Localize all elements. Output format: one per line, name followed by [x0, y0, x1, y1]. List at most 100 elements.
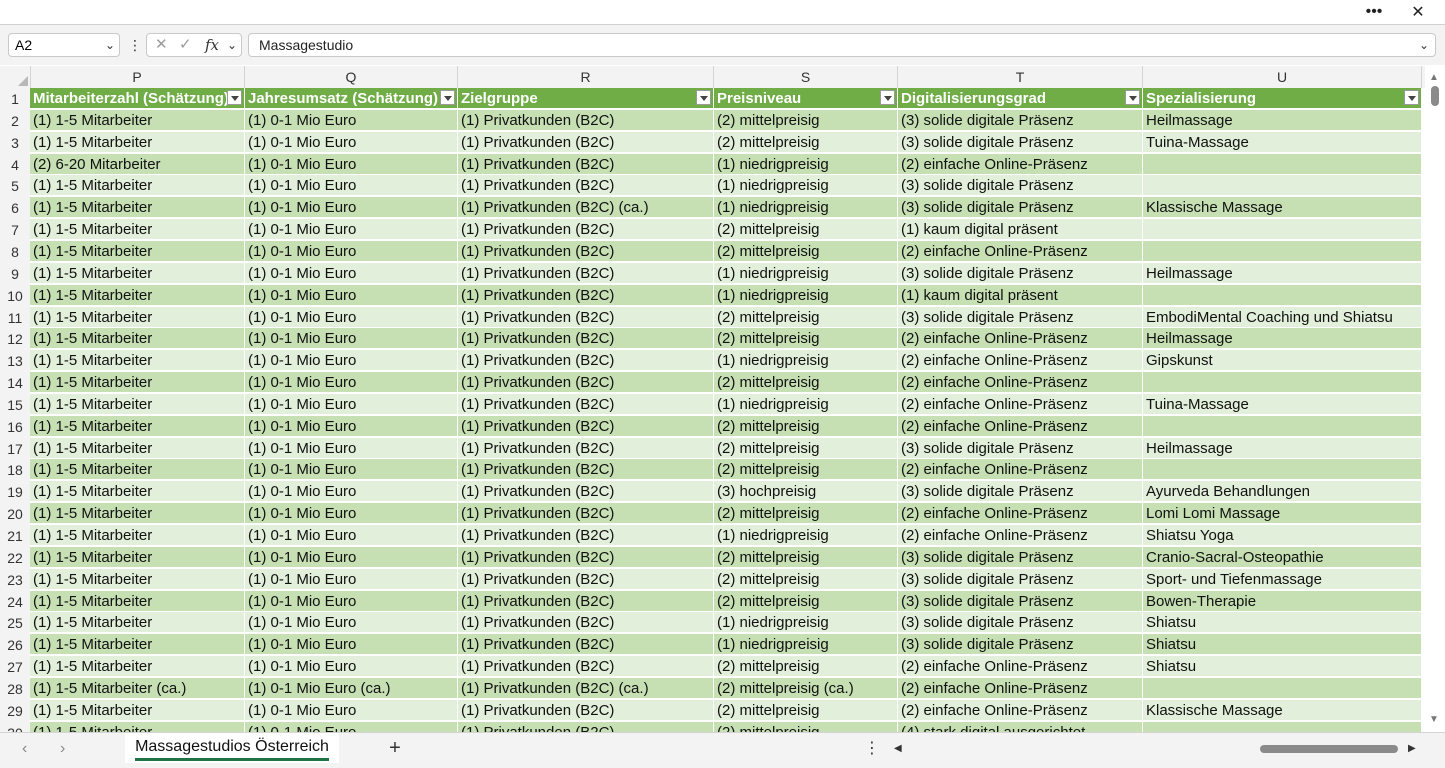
- cell-digitalisierungsgrad[interactable]: (3) solide digitale Präsenz: [898, 437, 1143, 459]
- cell-jahresumsatz[interactable]: (1) 0-1 Mio Euro: [245, 721, 458, 732]
- cell-digitalisierungsgrad[interactable]: (3) solide digitale Präsenz: [898, 131, 1143, 153]
- cell-digitalisierungsgrad[interactable]: (2) einfache Online-Präsenz: [898, 372, 1143, 394]
- row-header[interactable]: 14: [0, 372, 30, 394]
- cell-zielgruppe[interactable]: (1) Privatkunden (B2C): [458, 721, 714, 732]
- row-header[interactable]: 2: [0, 110, 30, 132]
- cell-mitarbeiterzahl[interactable]: (2) 6-20 Mitarbeiter: [30, 153, 245, 175]
- select-all-corner[interactable]: [0, 66, 31, 88]
- cell-spezialisierung[interactable]: [1143, 372, 1422, 394]
- cell-zielgruppe[interactable]: (1) Privatkunden (B2C): [458, 634, 714, 656]
- vertical-dots-icon[interactable]: ⋮: [128, 33, 142, 57]
- cell-spezialisierung[interactable]: [1143, 240, 1422, 262]
- cell-preisniveau[interactable]: (1) niedrigpreisig: [714, 350, 898, 372]
- cell-jahresumsatz[interactable]: (1) 0-1 Mio Euro: [245, 612, 458, 634]
- cell-spezialisierung[interactable]: Klassische Massage: [1143, 197, 1422, 219]
- cell-zielgruppe[interactable]: (1) Privatkunden (B2C): [458, 459, 714, 481]
- cell-digitalisierungsgrad[interactable]: (2) einfache Online-Präsenz: [898, 415, 1143, 437]
- cell-digitalisierungsgrad[interactable]: (2) einfache Online-Präsenz: [898, 328, 1143, 350]
- cell-mitarbeiterzahl[interactable]: (1) 1-5 Mitarbeiter: [30, 612, 245, 634]
- row-header[interactable]: 13: [0, 350, 30, 372]
- cell-zielgruppe[interactable]: (1) Privatkunden (B2C): [458, 590, 714, 612]
- cell-spezialisierung[interactable]: Tuina-Massage: [1143, 131, 1422, 153]
- cell-zielgruppe[interactable]: (1) Privatkunden (B2C): [458, 262, 714, 284]
- cell-jahresumsatz[interactable]: (1) 0-1 Mio Euro: [245, 699, 458, 721]
- column-header-u[interactable]: U: [1143, 66, 1422, 88]
- row-header[interactable]: 24: [0, 591, 30, 613]
- cell-preisniveau[interactable]: (1) niedrigpreisig: [714, 284, 898, 306]
- cell-spezialisierung[interactable]: Klassische Massage: [1143, 699, 1422, 721]
- cell-spezialisierung[interactable]: Heilmassage: [1143, 262, 1422, 284]
- cell-zielgruppe[interactable]: (1) Privatkunden (B2C): [458, 284, 714, 306]
- cell-jahresumsatz[interactable]: (1) 0-1 Mio Euro: [245, 568, 458, 590]
- cell-spezialisierung[interactable]: [1143, 284, 1422, 306]
- scroll-down-icon[interactable]: ▼: [1429, 714, 1439, 725]
- expand-formula-bar-icon[interactable]: ⌄: [1419, 34, 1429, 56]
- cell-digitalisierungsgrad[interactable]: (3) solide digitale Präsenz: [898, 568, 1143, 590]
- cell-spezialisierung[interactable]: Heilmassage: [1143, 109, 1422, 131]
- row-header[interactable]: 9: [0, 263, 30, 285]
- cell-digitalisierungsgrad[interactable]: (3) solide digitale Präsenz: [898, 109, 1143, 131]
- cell-digitalisierungsgrad[interactable]: (3) solide digitale Präsenz: [898, 175, 1143, 197]
- row-header[interactable]: 18: [0, 459, 30, 481]
- cell-preisniveau[interactable]: (1) niedrigpreisig: [714, 262, 898, 284]
- cell-jahresumsatz[interactable]: (1) 0-1 Mio Euro: [245, 546, 458, 568]
- cell-mitarbeiterzahl[interactable]: (1) 1-5 Mitarbeiter: [30, 131, 245, 153]
- cell-preisniveau[interactable]: (2) mittelpreisig: [714, 546, 898, 568]
- cell-mitarbeiterzahl[interactable]: (1) 1-5 Mitarbeiter: [30, 109, 245, 131]
- cell-mitarbeiterzahl[interactable]: (1) 1-5 Mitarbeiter: [30, 634, 245, 656]
- cell-mitarbeiterzahl[interactable]: (1) 1-5 Mitarbeiter (ca.): [30, 677, 245, 699]
- cell-jahresumsatz[interactable]: (1) 0-1 Mio Euro: [245, 590, 458, 612]
- cell-zielgruppe[interactable]: (1) Privatkunden (B2C): [458, 328, 714, 350]
- row-header[interactable]: 29: [0, 700, 30, 722]
- cell-digitalisierungsgrad[interactable]: (3) solide digitale Präsenz: [898, 306, 1143, 328]
- more-options-button[interactable]: •••: [1356, 0, 1392, 24]
- header-cell-jahresumsatz[interactable]: Jahresumsatz (Schätzung): [245, 88, 458, 109]
- column-header-q[interactable]: Q: [245, 66, 458, 88]
- scroll-right-icon[interactable]: ▶: [1408, 743, 1416, 754]
- cell-digitalisierungsgrad[interactable]: (2) einfache Online-Präsenz: [898, 525, 1143, 546]
- cell-jahresumsatz[interactable]: (1) 0-1 Mio Euro: [245, 328, 458, 350]
- cell-preisniveau[interactable]: (2) mittelpreisig: [714, 328, 898, 350]
- cell-preisniveau[interactable]: (2) mittelpreisig: [714, 131, 898, 153]
- cell-mitarbeiterzahl[interactable]: (1) 1-5 Mitarbeiter: [30, 284, 245, 306]
- next-sheet-icon[interactable]: ›: [60, 733, 65, 765]
- filter-dropdown-icon[interactable]: [1125, 90, 1140, 105]
- cell-mitarbeiterzahl[interactable]: (1) 1-5 Mitarbeiter: [30, 219, 245, 241]
- cell-jahresumsatz[interactable]: (1) 0-1 Mio Euro: [245, 109, 458, 131]
- cell-preisniveau[interactable]: (2) mittelpreisig: [714, 590, 898, 612]
- cell-jahresumsatz[interactable]: (1) 0-1 Mio Euro: [245, 437, 458, 459]
- cell-zielgruppe[interactable]: (1) Privatkunden (B2C): [458, 656, 714, 678]
- cell-zielgruppe[interactable]: (1) Privatkunden (B2C): [458, 350, 714, 372]
- chevron-down-icon[interactable]: ⌄: [105, 34, 115, 56]
- cell-spezialisierung[interactable]: [1143, 415, 1422, 437]
- cell-spezialisierung[interactable]: Tuina-Massage: [1143, 393, 1422, 415]
- cell-spezialisierung[interactable]: Ayurveda Behandlungen: [1143, 481, 1422, 503]
- cell-zielgruppe[interactable]: (1) Privatkunden (B2C): [458, 525, 714, 546]
- row-header[interactable]: 3: [0, 132, 30, 154]
- cell-digitalisierungsgrad[interactable]: (3) solide digitale Präsenz: [898, 262, 1143, 284]
- cell-preisniveau[interactable]: (2) mittelpreisig: [714, 721, 898, 732]
- cell-mitarbeiterzahl[interactable]: (1) 1-5 Mitarbeiter: [30, 393, 245, 415]
- cell-digitalisierungsgrad[interactable]: (4) stark digital ausgerichtet: [898, 721, 1143, 732]
- row-header[interactable]: 27: [0, 656, 30, 678]
- cell-jahresumsatz[interactable]: (1) 0-1 Mio Euro: [245, 240, 458, 262]
- cell-spezialisierung[interactable]: Shiatsu: [1143, 634, 1422, 656]
- cell-zielgruppe[interactable]: (1) Privatkunden (B2C): [458, 131, 714, 153]
- cell-zielgruppe[interactable]: (1) Privatkunden (B2C): [458, 372, 714, 394]
- cell-mitarbeiterzahl[interactable]: (1) 1-5 Mitarbeiter: [30, 262, 245, 284]
- insert-function-icon[interactable]: fx: [205, 34, 219, 56]
- cell-digitalisierungsgrad[interactable]: (1) kaum digital präsent: [898, 284, 1143, 306]
- cell-mitarbeiterzahl[interactable]: (1) 1-5 Mitarbeiter: [30, 503, 245, 525]
- cell-spezialisierung[interactable]: Lomi Lomi Massage: [1143, 503, 1422, 525]
- cell-preisniveau[interactable]: (2) mittelpreisig: [714, 219, 898, 241]
- cell-zielgruppe[interactable]: (1) Privatkunden (B2C): [458, 546, 714, 568]
- cell-preisniveau[interactable]: (1) niedrigpreisig: [714, 153, 898, 175]
- cell-spezialisierung[interactable]: Bowen-Therapie: [1143, 590, 1422, 612]
- header-cell-spezialisierung[interactable]: Spezialisierung: [1143, 88, 1422, 109]
- filter-dropdown-icon[interactable]: [440, 90, 455, 105]
- column-header-p[interactable]: P: [30, 66, 245, 88]
- row-header[interactable]: 10: [0, 285, 30, 307]
- vertical-scrollbar[interactable]: ▲ ▼: [1425, 66, 1445, 732]
- header-cell-preisniveau[interactable]: Preisniveau: [714, 88, 898, 109]
- scroll-up-icon[interactable]: ▲: [1429, 72, 1439, 83]
